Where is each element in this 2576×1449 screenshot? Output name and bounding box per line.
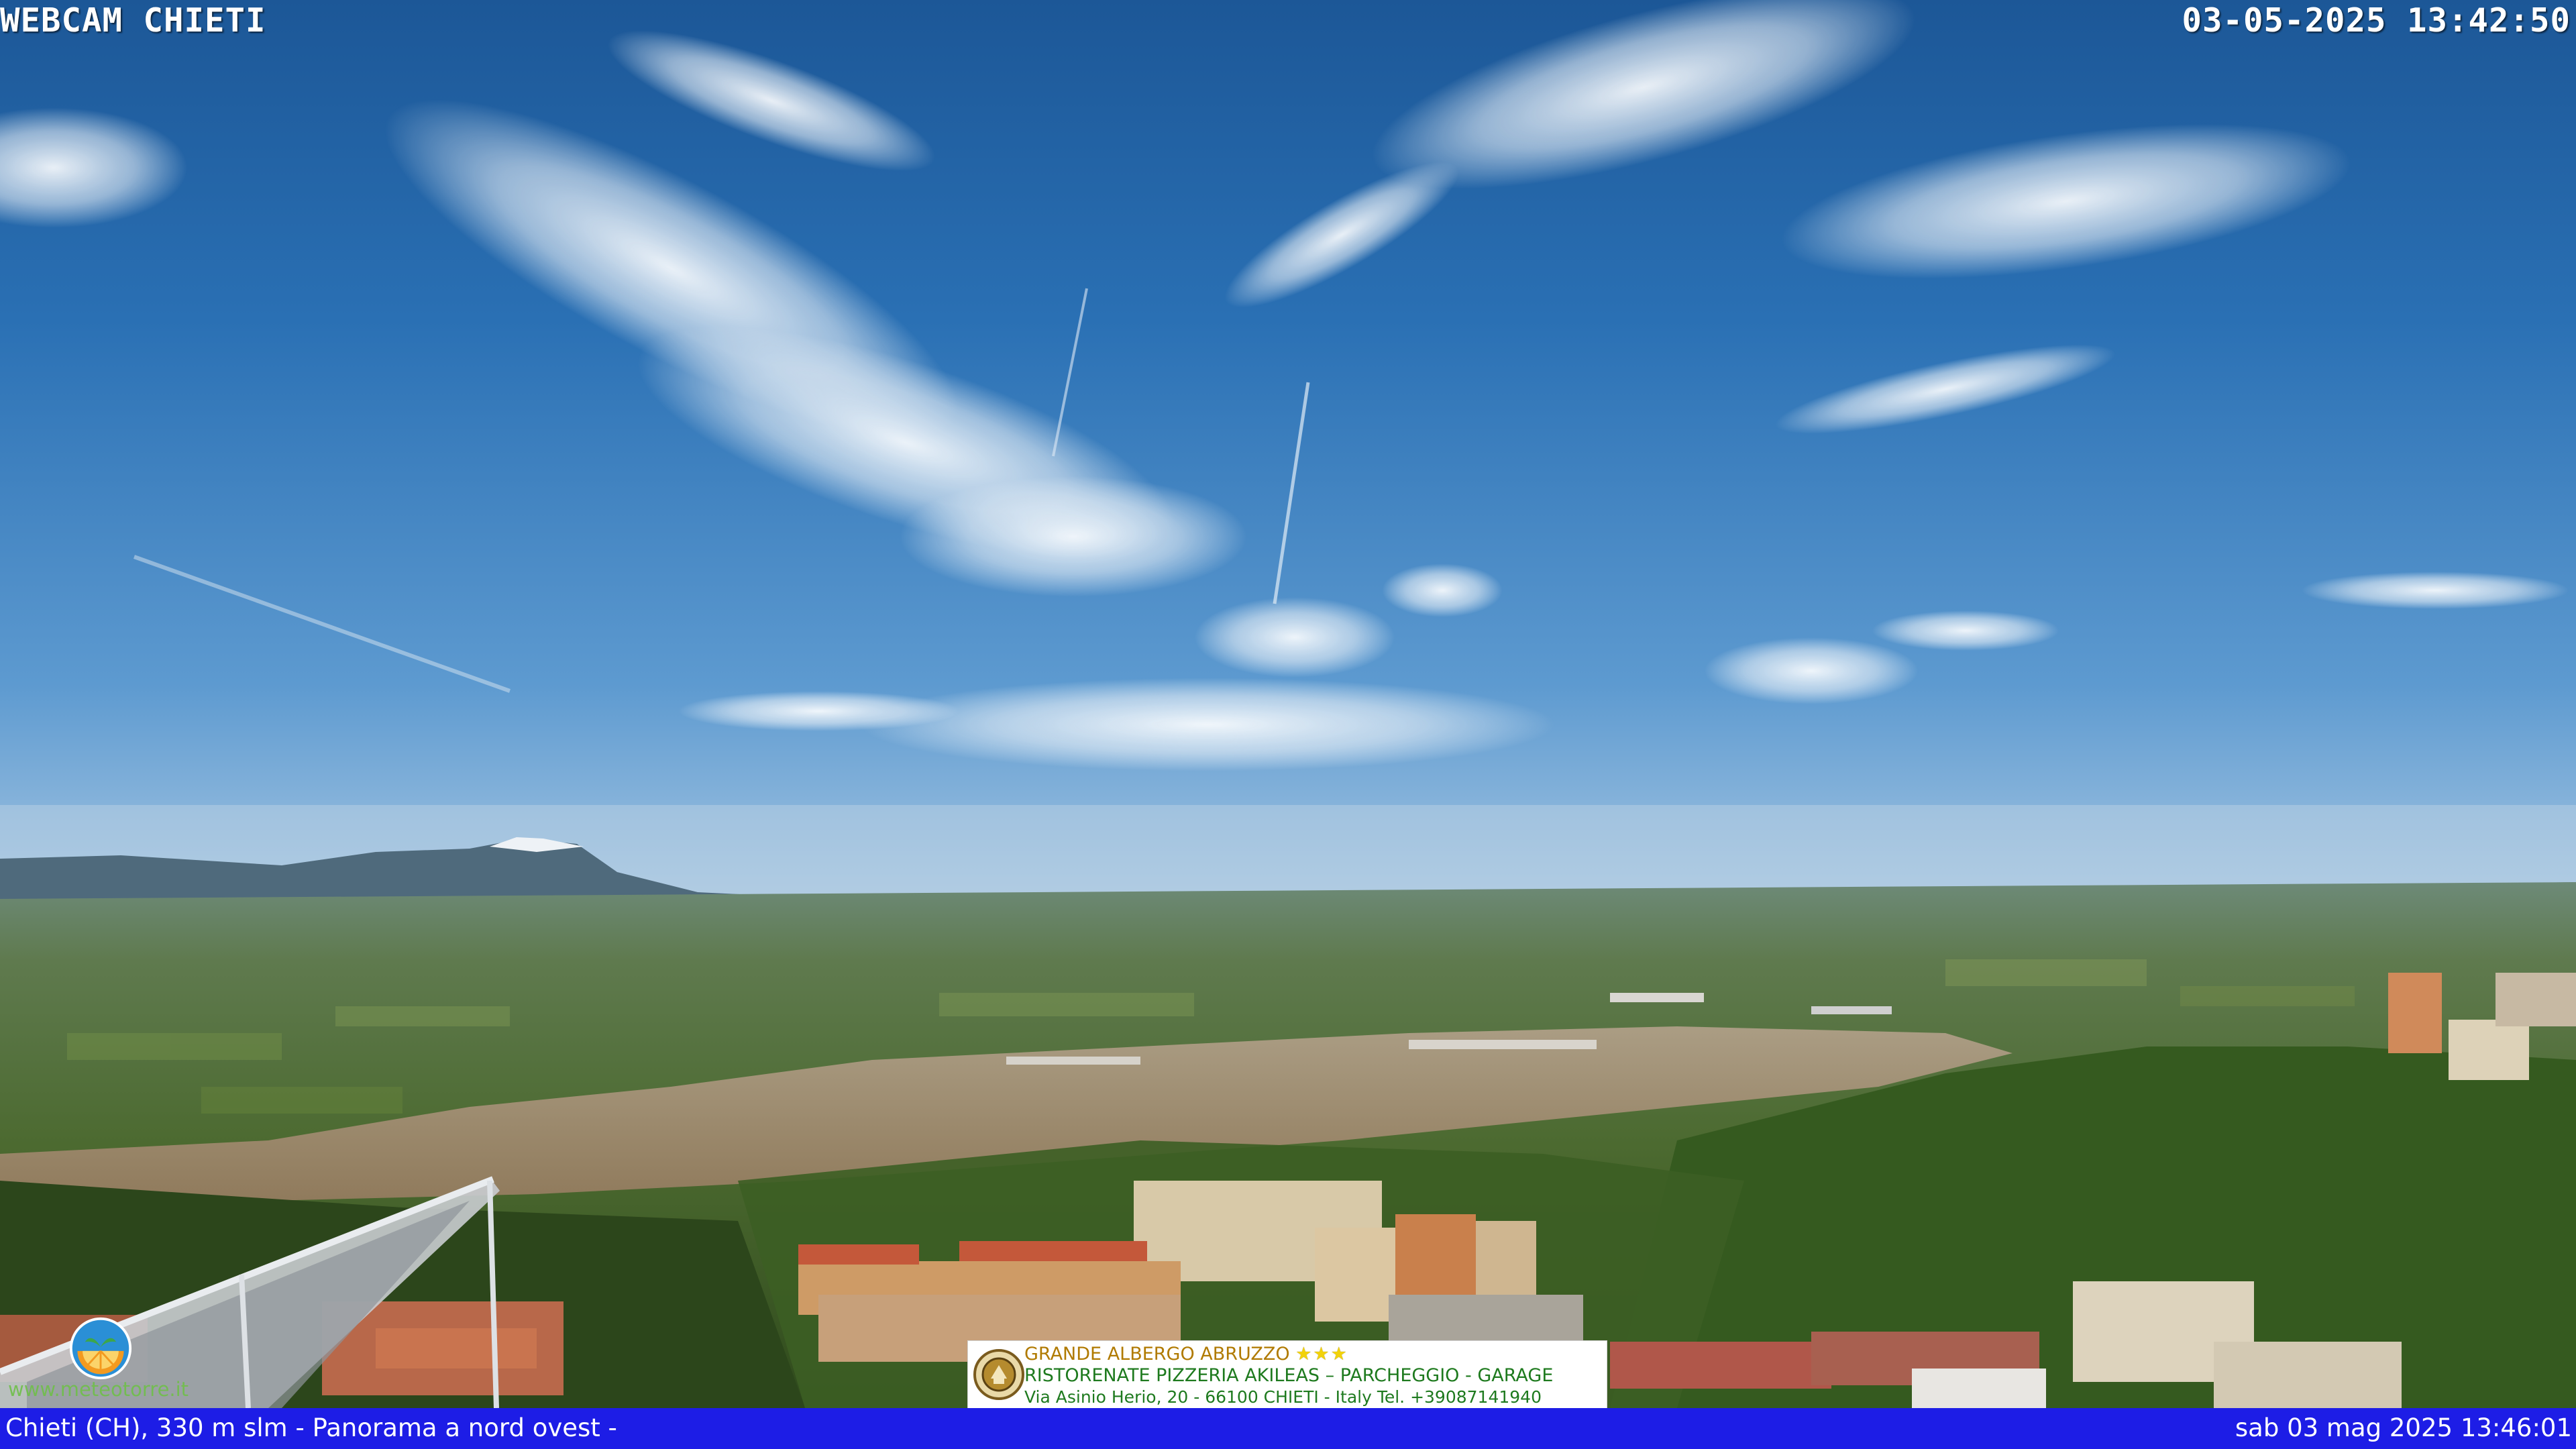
ad-line-2: RISTORENATE PIZZERIA AKILEAS – PARCHEGGI… — [1024, 1365, 1554, 1386]
ad-hotel-name: GRANDE ALBERGO ABRUZZO — [1024, 1344, 1290, 1364]
ad-line-3: Via Asinio Herio, 20 - 66100 CHIETI - It… — [1024, 1387, 1542, 1407]
watermark-url[interactable]: www.meteotorre.it — [8, 1378, 189, 1401]
hotel-advertisement: GRANDE ALBERGO ABRUZZO ★★★ RISTORENATE P… — [967, 1340, 1607, 1409]
bar-datetime: sab 03 mag 2025 13:46:01 — [2235, 1413, 2572, 1442]
ad-line-1: GRANDE ALBERGO ABRUZZO ★★★ — [1024, 1344, 1605, 1365]
webcam-frame: WEBCAM CHIETI 03-05-2025 13:42:50 www.me… — [0, 0, 2576, 1449]
hotel-crest-icon — [973, 1349, 1024, 1400]
star-rating-icon: ★★★ — [1295, 1344, 1348, 1364]
webcam-title: WEBCAM CHIETI — [0, 1, 266, 40]
capture-timestamp: 03-05-2025 13:42:50 — [2182, 1, 2571, 40]
orange-slice-logo-icon — [69, 1317, 132, 1380]
location-caption: Chieti (CH), 330 m slm - Panorama a nord… — [5, 1413, 617, 1442]
info-bar: Chieti (CH), 330 m slm - Panorama a nord… — [0, 1408, 2576, 1449]
webcam-scene — [0, 0, 2576, 1409]
